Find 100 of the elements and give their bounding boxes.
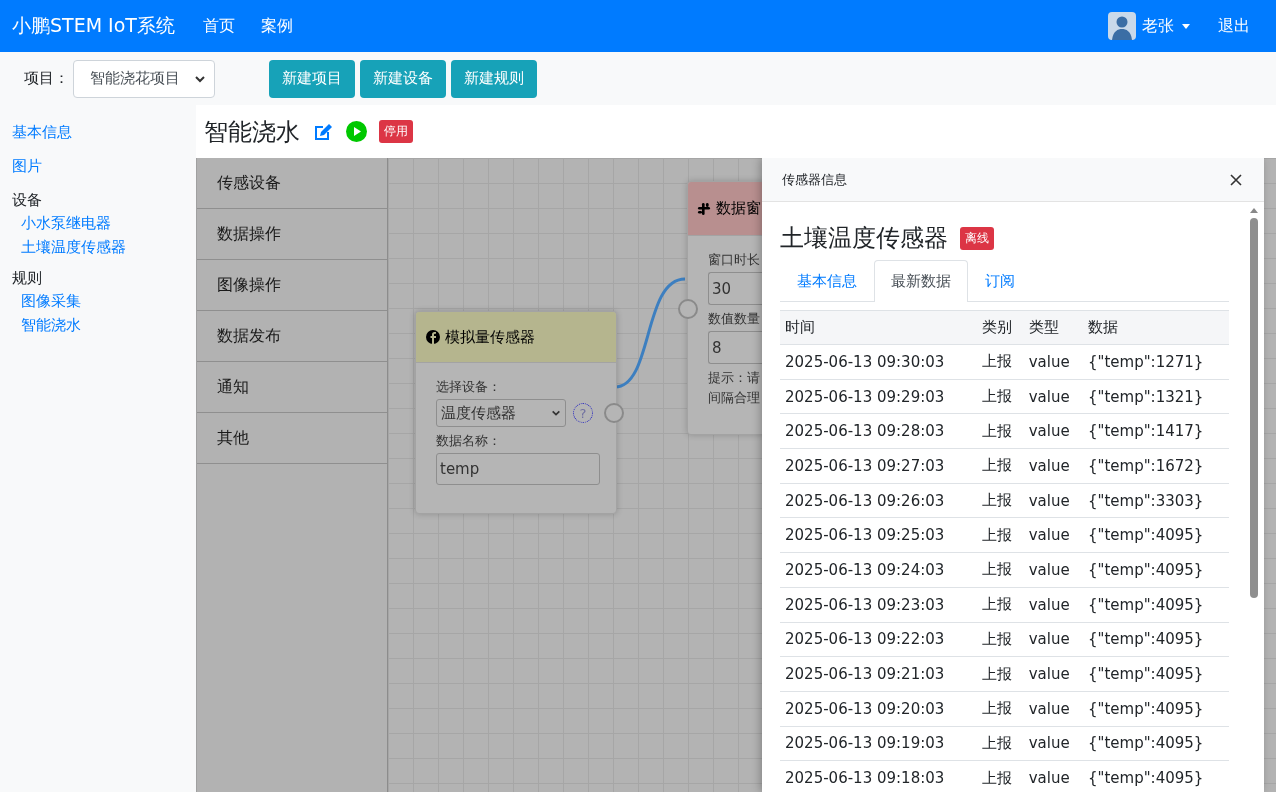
user-menu[interactable]: 老张 (1142, 15, 1174, 37)
status-badge: 停用 (379, 120, 413, 143)
palette-item[interactable]: 图像操作 (197, 260, 387, 311)
table-cell: {"temp":4095} (1083, 622, 1229, 657)
rule-title: 智能浇水 (204, 116, 300, 148)
table-cell: {"temp":4095} (1083, 760, 1229, 792)
node-title: 数据窗 (716, 199, 761, 218)
table-cell: value (1023, 448, 1083, 484)
hint-text: 间隔合理 (708, 389, 761, 407)
tab[interactable]: 最新数据 (874, 260, 968, 302)
column-header: 类别 (977, 310, 1024, 345)
sidebar-link[interactable]: 小水泵继电器 (12, 211, 196, 235)
table-cell: 上报 (977, 483, 1024, 518)
table-cell: value (1023, 691, 1083, 727)
table-cell: value (1023, 552, 1083, 588)
palette-item[interactable]: 通知 (197, 362, 387, 413)
toolbar-button[interactable]: 新建规则 (451, 59, 537, 98)
device-select[interactable]: 温度传感器 (436, 399, 566, 427)
table-cell: 2025-06-13 09:25:03 (780, 517, 978, 553)
sensor-node[interactable]: 模拟量传感器 选择设备： 温度传感器 ? 数据名称： temp (415, 311, 617, 514)
sidebar-link[interactable]: 土壤温度传感器 (12, 235, 196, 259)
table-cell: 2025-06-13 09:22:03 (780, 622, 978, 657)
table-cell: 上报 (977, 726, 1024, 761)
input-port[interactable] (678, 299, 698, 319)
nav-link[interactable]: 案例 (260, 15, 293, 37)
table-cell: {"temp":1672} (1083, 448, 1229, 484)
palette-item[interactable]: 数据发布 (197, 311, 387, 362)
tab[interactable]: 基本信息 (780, 260, 874, 301)
data-name-field[interactable]: temp (436, 453, 600, 485)
table-cell: value (1023, 413, 1083, 449)
project-select[interactable]: 智能浇花项目 (73, 59, 215, 98)
table-cell: 2025-06-13 09:19:03 (780, 726, 978, 761)
toolbar-button[interactable]: 新建设备 (360, 59, 446, 98)
table-cell: 上报 (977, 691, 1024, 727)
logout-link[interactable]: 退出 (1218, 15, 1250, 37)
table-cell: value (1023, 622, 1083, 657)
panel-title: 传感器信息 (782, 170, 847, 189)
table-cell: value (1023, 379, 1083, 414)
sidebar-link[interactable]: 图片 (12, 155, 196, 177)
toolbar-button[interactable]: 新建项目 (269, 59, 355, 98)
tab[interactable]: 订阅 (968, 260, 1032, 301)
table-cell: 2025-06-13 09:18:03 (780, 760, 978, 792)
table-cell: {"temp":4095} (1083, 726, 1229, 761)
palette-item[interactable]: 传感设备 (197, 158, 387, 209)
table-cell: 2025-06-13 09:29:03 (780, 379, 978, 414)
table-cell: {"temp":1271} (1083, 344, 1229, 380)
table-cell: {"temp":4095} (1083, 552, 1229, 588)
table-cell: 上报 (977, 379, 1024, 414)
table-cell: 上报 (977, 552, 1024, 588)
table-cell: value (1023, 517, 1083, 553)
sidebar-link[interactable]: 智能浇水 (12, 313, 196, 337)
table-cell: {"temp":4095} (1083, 517, 1229, 553)
table-cell: 上报 (977, 760, 1024, 792)
play-icon[interactable] (346, 121, 367, 142)
table-cell: 2025-06-13 09:23:03 (780, 587, 978, 622)
caret-icon[interactable] (1182, 23, 1190, 29)
nav-link[interactable]: 首页 (202, 15, 235, 37)
sidebar-heading: 设备 (12, 190, 43, 211)
field-label: 数据名称： (436, 432, 502, 450)
chevron-down-icon[interactable] (551, 408, 561, 418)
column-header: 数据 (1083, 310, 1229, 345)
table-cell: {"temp":1321} (1083, 379, 1229, 414)
grid-icon (697, 201, 711, 216)
brand-link[interactable]: 小鹏STEM IoT系统 (12, 13, 175, 39)
table-cell: 2025-06-13 09:27:03 (780, 448, 978, 484)
table-cell: 2025-06-13 09:21:03 (780, 656, 978, 692)
avatar-icon[interactable] (1108, 12, 1136, 40)
table-cell: value (1023, 760, 1083, 792)
node-title: 模拟量传感器 (445, 327, 535, 347)
table-cell: {"temp":1417} (1083, 413, 1229, 449)
sidebar-heading: 规则 (12, 268, 43, 289)
table-cell: 上报 (977, 656, 1024, 692)
table-cell: 2025-06-13 09:28:03 (780, 413, 978, 449)
table-cell: 2025-06-13 09:30:03 (780, 344, 978, 380)
table-cell: value (1023, 656, 1083, 692)
sensor-name: 土壤温度传感器 (780, 223, 948, 254)
column-header: 类型 (1023, 310, 1083, 345)
sidebar-link[interactable]: 基本信息 (12, 121, 196, 143)
circle-f-icon (426, 330, 440, 344)
table-cell: 上报 (977, 587, 1024, 622)
close-icon[interactable] (1230, 173, 1242, 186)
table-cell: 上报 (977, 413, 1024, 449)
table-cell: 上报 (977, 622, 1024, 657)
sidebar-link[interactable]: 图像采集 (12, 289, 196, 313)
field-label: 选择设备： (436, 378, 502, 396)
field-label: 窗口时长 (708, 251, 761, 269)
table-cell: value (1023, 587, 1083, 622)
table-cell: 2025-06-13 09:24:03 (780, 552, 978, 588)
column-header: 时间 (780, 310, 978, 345)
table-cell: 上报 (977, 448, 1024, 484)
window-node[interactable]: 数据窗 窗口时长 30 数值数量 8 提示：请 间隔合理 (687, 181, 765, 435)
table-cell: {"temp":4095} (1083, 691, 1229, 727)
status-badge: 离线 (960, 226, 994, 250)
palette-item[interactable]: 其他 (197, 413, 387, 464)
table-cell: 上报 (977, 517, 1024, 553)
palette-item[interactable]: 数据操作 (197, 209, 387, 260)
table-cell: value (1023, 344, 1083, 380)
table-cell: 上报 (977, 344, 1024, 380)
table-cell: 2025-06-13 09:20:03 (780, 691, 978, 727)
table-cell: {"temp":3303} (1083, 483, 1229, 518)
